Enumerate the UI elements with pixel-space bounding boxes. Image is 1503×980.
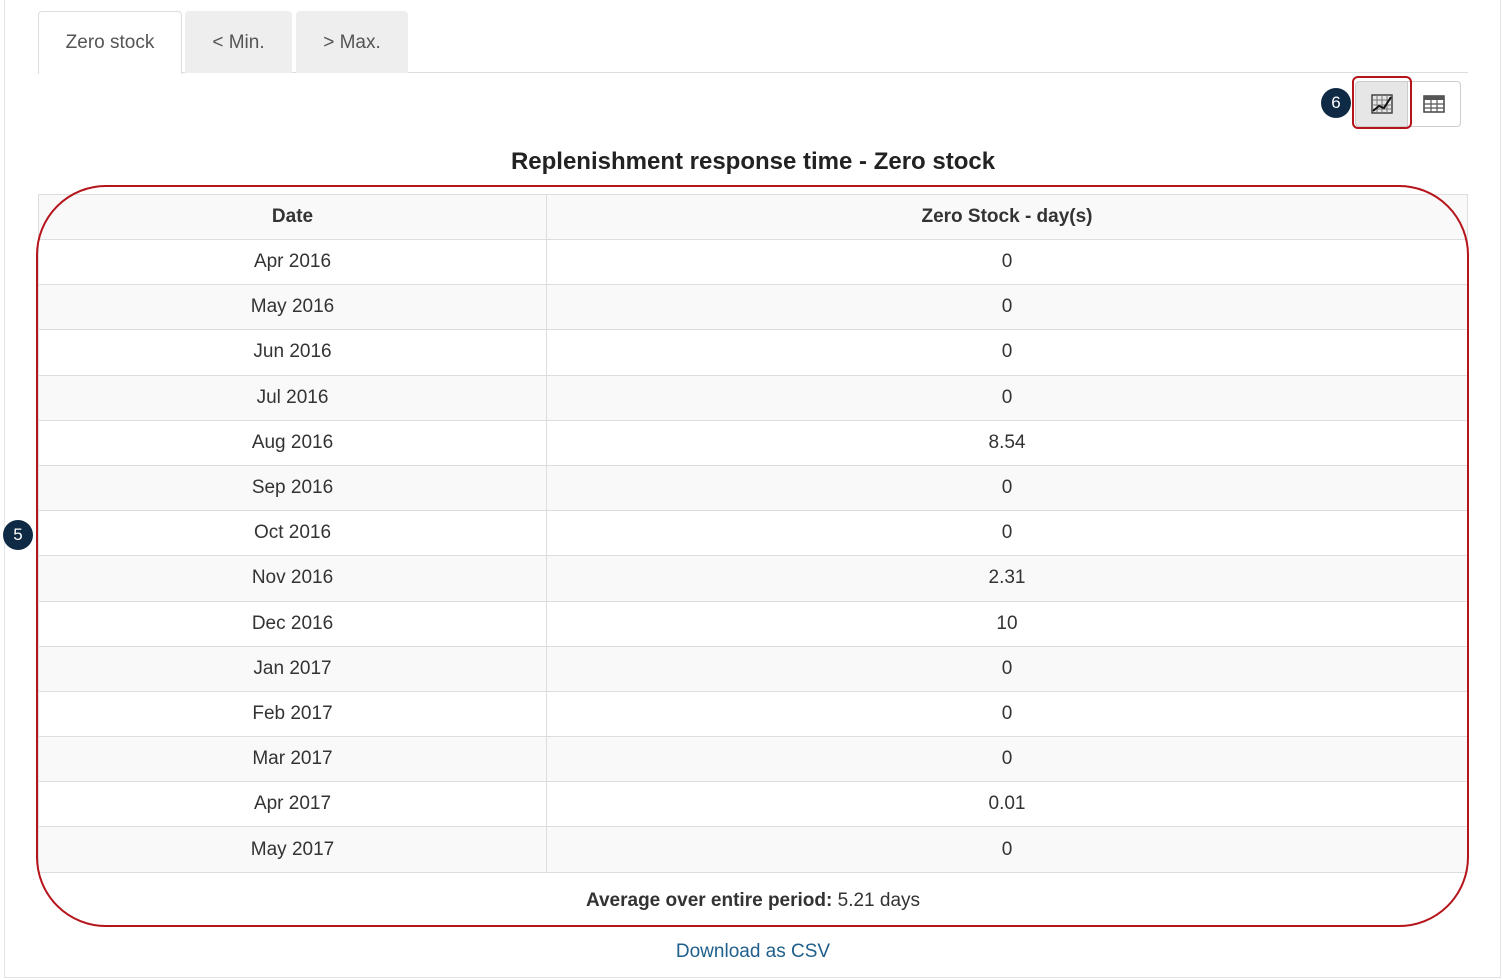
table-row: Apr 2017 0.01 (38, 781, 1468, 828)
cell-zero-stock-days: 0 (546, 284, 1468, 331)
cell-zero-stock-days: 0 (546, 826, 1468, 873)
cell-date: Nov 2016 (38, 555, 547, 602)
cell-zero-stock-days: 0.01 (546, 781, 1468, 828)
column-header-zero-stock: Zero Stock - day(s) (546, 194, 1468, 240)
table-row: May 2017 0 (38, 826, 1468, 873)
table-icon (1423, 95, 1445, 113)
cell-date: Feb 2017 (38, 690, 547, 738)
cell-date: Apr 2016 (38, 238, 547, 286)
cell-date: May 2017 (38, 826, 547, 873)
zero-stock-table: Date Zero Stock - day(s) Apr 2016 0 May 20… (38, 194, 1468, 873)
cell-zero-stock-days: 0 (546, 238, 1468, 286)
table-row: Jun 2016 0 (38, 329, 1468, 376)
column-header-date: Date (38, 194, 547, 240)
cell-zero-stock-days: 0 (546, 645, 1468, 692)
cell-date: Mar 2017 (38, 736, 547, 783)
table-row: Mar 2017 0 (38, 736, 1468, 783)
table-row: Dec 2016 10 (38, 600, 1468, 647)
annotation-badge-5: 5 (3, 520, 33, 550)
average-label: Average over entire period: (585, 890, 833, 911)
cell-zero-stock-days: 0 (546, 374, 1468, 421)
cell-date: Aug 2016 (38, 419, 547, 466)
table-header-row: Date Zero Stock - day(s) (38, 194, 1468, 240)
cell-zero-stock-days: 0 (546, 329, 1468, 376)
table-view-button[interactable] (1407, 81, 1461, 127)
cell-zero-stock-days: 10 (546, 600, 1468, 647)
table-row: May 2016 0 (38, 284, 1468, 331)
table-body: Apr 2016 0 May 2016 0 Jun 2016 0 Jul 2016 0 Aug … (38, 238, 1468, 873)
cell-zero-stock-days: 0 (546, 510, 1468, 557)
cell-date: Oct 2016 (38, 510, 547, 557)
chart-icon (1371, 94, 1393, 114)
cell-date: Jul 2016 (38, 374, 547, 421)
annotation-badge-6: 6 (1321, 88, 1351, 118)
average-summary: Average over entire period: 5.21 days (38, 890, 1468, 912)
table-row: Sep 2016 0 (38, 464, 1468, 512)
table-row: Feb 2017 0 (38, 690, 1468, 738)
average-value: 5.21 days (837, 890, 921, 911)
table-row: Jul 2016 0 (38, 374, 1468, 421)
download-csv-link[interactable]: Download as CSV (38, 941, 1468, 963)
cell-date: Sep 2016 (38, 464, 547, 512)
cell-date: May 2016 (38, 284, 547, 331)
table-row: Jan 2017 0 (38, 645, 1468, 692)
tab-below-min[interactable]: < Min. (185, 11, 292, 73)
table-row: Nov 2016 2.31 (38, 555, 1468, 602)
cell-date: Jan 2017 (38, 645, 547, 692)
chart-view-button[interactable] (1355, 81, 1409, 127)
cell-zero-stock-days: 8.54 (546, 419, 1468, 466)
cell-zero-stock-days: 0 (546, 690, 1468, 738)
tab-above-max[interactable]: > Max. (296, 11, 408, 73)
cell-zero-stock-days: 2.31 (546, 555, 1468, 602)
cell-date: Apr 2017 (38, 781, 547, 828)
cell-zero-stock-days: 0 (546, 736, 1468, 783)
tab-bar: Zero stock < Min. > Max. (38, 11, 1468, 74)
cell-zero-stock-days: 0 (546, 464, 1468, 512)
report-title: Replenishment response time - Zero stock (510, 148, 996, 175)
tab-zero-stock[interactable]: Zero stock (38, 11, 182, 74)
cell-date: Dec 2016 (38, 600, 547, 647)
table-row: Apr 2016 0 (38, 238, 1468, 286)
table-row: Aug 2016 8.54 (38, 419, 1468, 466)
table-row: Oct 2016 0 (38, 510, 1468, 557)
cell-date: Jun 2016 (38, 329, 547, 376)
